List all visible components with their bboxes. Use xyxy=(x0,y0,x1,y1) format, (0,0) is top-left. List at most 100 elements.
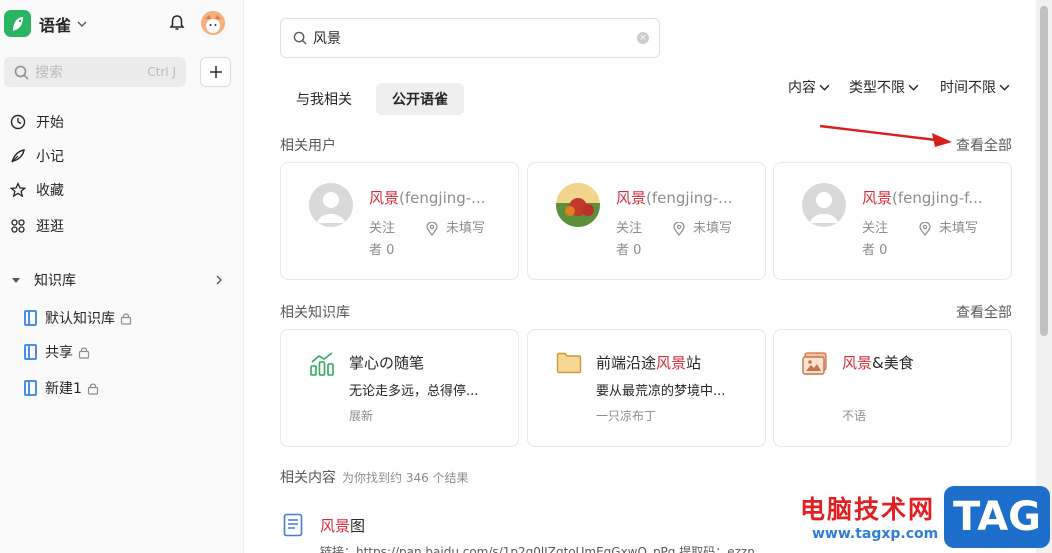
kb-item-default[interactable]: 默认知识库 xyxy=(24,307,132,329)
kb-item-label: 新建1 xyxy=(45,381,82,397)
users-section-title: 相关用户 xyxy=(280,138,336,154)
location-icon xyxy=(673,222,685,236)
kb-item-label: 共享 xyxy=(45,345,73,361)
knowledge-base-label: 知识库 xyxy=(34,273,76,289)
chart-icon xyxy=(310,352,334,376)
sidebar-item-start[interactable]: 开始 xyxy=(10,111,64,133)
user-name: 风景(fengjing-... xyxy=(369,189,486,207)
kb-card[interactable]: 掌心の随笔 无论走多远，总得停... 展新 xyxy=(280,329,519,447)
app-logo-icon xyxy=(4,10,31,37)
content-result-count: 为你找到约 346 个结果 xyxy=(342,471,469,485)
search-icon xyxy=(14,65,29,80)
user-follow-count: 关注者 0 xyxy=(616,221,643,258)
user-card[interactable]: 风景(fengjing-... 关注者 0 未填写 xyxy=(527,162,766,280)
user-name: 风景(fengjing-... xyxy=(616,189,733,207)
sidebar-item-label: 收藏 xyxy=(36,183,64,199)
search-value: 风景 xyxy=(313,31,341,47)
kb-title: 掌心の随笔 xyxy=(349,354,425,372)
sidebar-item-label: 开始 xyxy=(36,115,64,131)
feather-icon xyxy=(11,149,25,163)
kb-item-new1[interactable]: 新建1 xyxy=(24,377,99,399)
kb-description: 无论走多远，总得停... xyxy=(349,384,479,399)
kb-section-title: 相关知识库 xyxy=(280,305,350,321)
filter-label: 时间不限 xyxy=(940,80,996,96)
filter-time[interactable]: 时间不限 xyxy=(940,77,1010,97)
sidebar: 语雀 搜索 Ctrl J 开始 小记 收藏 逛逛 知识库 默认知识库 共享 新建… xyxy=(0,0,244,553)
kb-description: 要从最荒凉的梦境中... xyxy=(596,384,726,399)
book-icon xyxy=(24,310,37,326)
tab-related-to-me[interactable]: 与我相关 xyxy=(280,83,368,115)
clear-icon[interactable]: × xyxy=(637,32,649,44)
sidebar-item-label: 小记 xyxy=(36,149,64,165)
kb-title: 前端沿途风景站 xyxy=(596,354,702,372)
scrollbar-thumb[interactable] xyxy=(1040,6,1048,336)
app-brand[interactable]: 语雀 xyxy=(4,10,87,37)
search-shortcut: Ctrl J xyxy=(147,65,176,79)
user-follow-count: 关注者 0 xyxy=(369,221,396,258)
sidebar-item-notes[interactable]: 小记 xyxy=(10,145,64,167)
user-card[interactable]: 风景(fengjing-f... 关注者 0 未填写 xyxy=(773,162,1012,280)
add-button[interactable] xyxy=(200,57,231,87)
watermark-tag: TAG xyxy=(944,486,1050,548)
sidebar-item-favorites[interactable]: 收藏 xyxy=(10,179,64,201)
grid-icon xyxy=(11,219,25,233)
chevron-down-icon xyxy=(819,84,830,91)
caret-down-icon xyxy=(12,278,20,283)
red-arrow-annotation xyxy=(819,124,952,147)
kb-card[interactable]: 前端沿途风景站 要从最荒凉的梦境中... 一只凉布丁 xyxy=(527,329,766,447)
sidebar-search-placeholder: 搜索 xyxy=(35,65,63,81)
document-icon xyxy=(283,513,303,537)
filter-content[interactable]: 内容 xyxy=(788,77,830,97)
chevron-down-icon xyxy=(908,84,919,91)
content-section-title: 相关内容 为你找到约 346 个结果 xyxy=(280,470,469,486)
tab-label: 与我相关 xyxy=(296,92,352,108)
lock-icon xyxy=(87,383,99,395)
kb-item-shared[interactable]: 共享 xyxy=(24,341,90,363)
filter-type[interactable]: 类型不限 xyxy=(849,77,919,97)
lock-icon xyxy=(120,313,132,325)
picture-icon xyxy=(802,352,827,375)
user-name: 风景(fengjing-f... xyxy=(862,189,983,207)
user-photo xyxy=(556,183,600,227)
kb-card[interactable]: 风景&美食 不语 xyxy=(773,329,1012,447)
clock-icon xyxy=(10,114,26,130)
kb-view-all-link[interactable]: 查看全部 xyxy=(956,302,1012,322)
chevron-right-icon[interactable] xyxy=(214,275,224,285)
book-icon xyxy=(24,380,37,396)
user-card[interactable]: 风景(fengjing-... 关注者 0 未填写 xyxy=(280,162,519,280)
star-icon xyxy=(10,182,26,198)
user-location: 未填写 xyxy=(673,218,732,240)
kb-owner: 不语 xyxy=(842,409,867,423)
kb-owner: 一只凉布丁 xyxy=(596,409,657,423)
app-name: 语雀 xyxy=(39,15,72,35)
user-avatar[interactable] xyxy=(201,11,225,35)
watermark-text: 电脑技术网 xyxy=(800,495,936,524)
default-avatar-icon xyxy=(309,183,353,227)
users-view-all-link[interactable]: 查看全部 xyxy=(956,135,1012,155)
knowledge-base-header[interactable]: 知识库 xyxy=(10,269,224,291)
tab-public[interactable]: 公开语雀 xyxy=(376,83,464,115)
user-location: 未填写 xyxy=(919,218,978,240)
filter-label: 类型不限 xyxy=(849,80,905,96)
sidebar-item-explore[interactable]: 逛逛 xyxy=(10,215,64,237)
folder-icon xyxy=(556,352,582,374)
kb-item-label: 默认知识库 xyxy=(45,311,115,327)
main-search-input[interactable]: 风景 × xyxy=(280,18,660,58)
plus-icon xyxy=(209,66,222,78)
doc-snippet: 链接：https://pan.baidu.com/s/1p2q0lJZqtoUm… xyxy=(320,545,755,553)
bell-icon[interactable] xyxy=(169,14,185,32)
scrollbar[interactable] xyxy=(1036,0,1052,553)
tab-label: 公开语雀 xyxy=(392,92,448,108)
watermark-url: www.tagxp.com xyxy=(812,526,939,542)
user-location: 未填写 xyxy=(426,218,485,240)
location-icon xyxy=(426,222,438,236)
doc-title-link[interactable]: 风景图 xyxy=(320,515,365,536)
chevron-down-icon xyxy=(77,21,87,27)
location-icon xyxy=(919,222,931,236)
book-icon xyxy=(24,344,37,360)
sidebar-search[interactable]: 搜索 Ctrl J xyxy=(4,57,186,87)
kb-owner: 展新 xyxy=(349,409,374,423)
lock-icon xyxy=(78,347,90,359)
chevron-down-icon xyxy=(999,84,1010,91)
sidebar-item-label: 逛逛 xyxy=(36,219,64,235)
